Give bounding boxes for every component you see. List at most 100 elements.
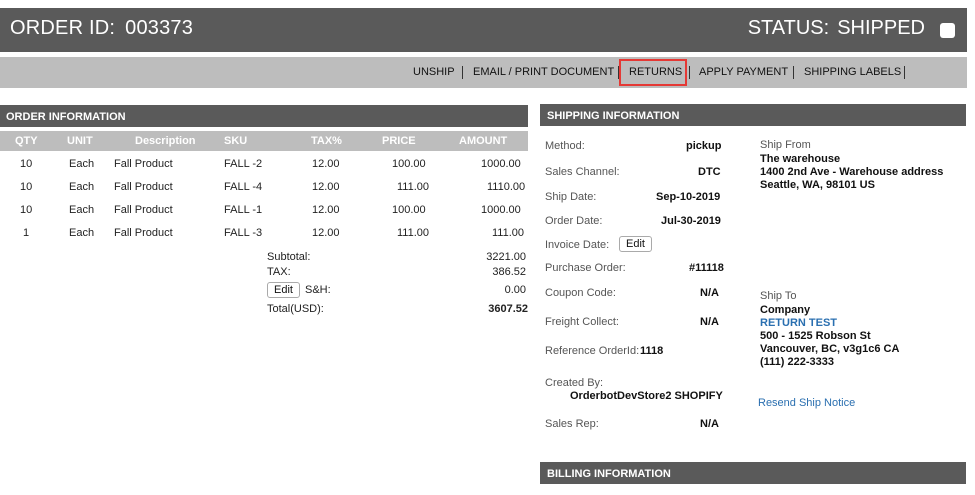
row-amount: 111.00: [492, 227, 525, 239]
tax-label: TAX:: [267, 266, 291, 278]
ship-from-line: The warehouse: [760, 153, 841, 165]
row-qty: 10: [20, 204, 33, 216]
col-tax: TAX%: [311, 135, 342, 147]
order-id-label: ORDER ID:: [10, 17, 116, 39]
row-description: Fall Product: [114, 181, 173, 193]
method-label: Method:: [545, 140, 585, 152]
table-row: 10 Each Fall Product FALL -4 12.00 111.0…: [0, 181, 528, 201]
toolbar-divider: [689, 66, 690, 79]
method-value: pickup: [686, 140, 722, 152]
row-unit: Each: [69, 204, 95, 216]
row-sku: FALL -1: [224, 204, 263, 216]
row-amount: 1110.00: [487, 181, 526, 193]
order-id: ORDER ID: 003373: [10, 17, 193, 40]
col-sku: SKU: [224, 135, 248, 147]
row-amount: 1000.00: [481, 204, 521, 216]
ship-from-label: Ship From: [760, 139, 811, 151]
shipping-information-header: SHIPPING INFORMATION: [540, 104, 966, 126]
tax-value: 386.52: [492, 266, 526, 278]
row-sku: FALL -3: [224, 227, 263, 239]
reference-orderid-label: Reference OrderId:: [545, 345, 640, 357]
row-unit: Each: [69, 227, 95, 239]
ship-from-line: Seattle, WA, 98101 US: [760, 179, 875, 191]
toolbar-divider: [793, 66, 794, 79]
freight-collect-value: N/A: [700, 316, 719, 328]
ship-date-value: Sep-10-2019: [656, 191, 721, 203]
row-price: 100.00: [392, 204, 426, 216]
unship-button[interactable]: UNSHIP: [413, 66, 455, 78]
row-tax: 12.00: [312, 204, 340, 216]
freight-collect-label: Freight Collect:: [545, 316, 619, 328]
row-tax: 12.00: [312, 227, 340, 239]
apply-payment-button[interactable]: APPLY PAYMENT: [699, 66, 788, 78]
row-price: 111.00: [397, 181, 430, 193]
row-unit: Each: [69, 181, 95, 193]
col-amount: AMOUNT: [459, 135, 508, 147]
status-checkbox[interactable]: [940, 23, 955, 38]
ship-to-name-link[interactable]: RETURN TEST: [760, 317, 837, 329]
total-value: 3607.52: [488, 303, 528, 315]
row-tax: 12.00: [312, 158, 340, 170]
table-row: 10 Each Fall Product FALL -2 12.00 100.0…: [0, 158, 528, 178]
purchase-order-value: #11118: [689, 262, 724, 274]
row-qty: 1: [23, 227, 30, 239]
row-price: 111.00: [397, 227, 430, 239]
order-information-header: ORDER INFORMATION: [0, 105, 528, 127]
sales-rep-value: N/A: [700, 418, 719, 430]
status-value: SHIPPED: [837, 17, 925, 39]
row-unit: Each: [69, 158, 95, 170]
row-description: Fall Product: [114, 204, 173, 216]
invoice-date-label: Invoice Date:: [545, 239, 610, 251]
ship-to-company: Company: [760, 304, 811, 316]
sh-value: 0.00: [504, 284, 526, 296]
order-date-label: Order Date:: [545, 215, 603, 227]
table-row: 1 Each Fall Product FALL -3 12.00 111.00…: [0, 227, 528, 247]
order-header: ORDER ID: 003373 STATUS: SHIPPED: [0, 8, 967, 52]
billing-information-header: BILLING INFORMATION: [540, 462, 966, 484]
toolbar-divider: [904, 66, 905, 79]
order-date-value: Jul-30-2019: [661, 215, 721, 227]
email-print-document-button[interactable]: EMAIL / PRINT DOCUMENT: [473, 66, 614, 78]
sales-channel-value: DTC: [698, 166, 721, 178]
row-qty: 10: [20, 181, 33, 193]
ship-to-label: Ship To: [760, 290, 797, 302]
ship-to-line: Vancouver, BC, v3g1c6 CA: [760, 343, 900, 355]
row-tax: 12.00: [312, 181, 340, 193]
ship-to-line: 500 - 1525 Robson St: [760, 330, 871, 342]
row-sku: FALL -2: [224, 158, 263, 170]
invoice-date-edit-button[interactable]: Edit: [619, 236, 652, 252]
action-toolbar: UNSHIP EMAIL / PRINT DOCUMENT RETURNS AP…: [0, 57, 967, 88]
order-table-header: QTY UNIT Description SKU TAX% PRICE AMOU…: [0, 131, 528, 151]
purchase-order-label: Purchase Order:: [545, 262, 626, 274]
coupon-code-value: N/A: [700, 287, 719, 299]
col-price: PRICE: [382, 135, 416, 147]
col-qty: QTY: [15, 135, 38, 147]
row-sku: FALL -4: [224, 181, 263, 193]
row-amount: 1000.00: [481, 158, 521, 170]
subtotal-label: Subtotal:: [267, 251, 311, 263]
row-description: Fall Product: [114, 227, 173, 239]
created-by-label: Created By:: [545, 377, 604, 389]
reference-orderid-value: 1118: [640, 345, 664, 357]
sh-label: S&H:: [305, 284, 331, 296]
table-row: 10 Each Fall Product FALL -1 12.00 100.0…: [0, 204, 528, 224]
sales-rep-label: Sales Rep:: [545, 418, 599, 430]
ship-date-label: Ship Date:: [545, 191, 597, 203]
shipping-labels-button[interactable]: SHIPPING LABELS: [804, 66, 901, 78]
row-price: 100.00: [392, 158, 426, 170]
row-description: Fall Product: [114, 158, 173, 170]
subtotal-value: 3221.00: [486, 251, 526, 263]
total-label: Total(USD):: [267, 303, 324, 315]
returns-button[interactable]: RETURNS: [629, 66, 682, 78]
col-description: Description: [135, 135, 196, 147]
ship-from-line: 1400 2nd Ave - Warehouse address: [760, 166, 944, 178]
order-id-value: 003373: [125, 17, 194, 39]
row-qty: 10: [20, 158, 33, 170]
sales-channel-label: Sales Channel:: [545, 166, 620, 178]
sh-edit-button[interactable]: Edit: [267, 282, 300, 298]
ship-to-line: (111) 222-3333: [760, 356, 835, 368]
toolbar-divider: [462, 66, 463, 79]
resend-ship-notice-link[interactable]: Resend Ship Notice: [758, 397, 855, 409]
coupon-code-label: Coupon Code:: [545, 287, 616, 299]
col-unit: UNIT: [67, 135, 93, 147]
